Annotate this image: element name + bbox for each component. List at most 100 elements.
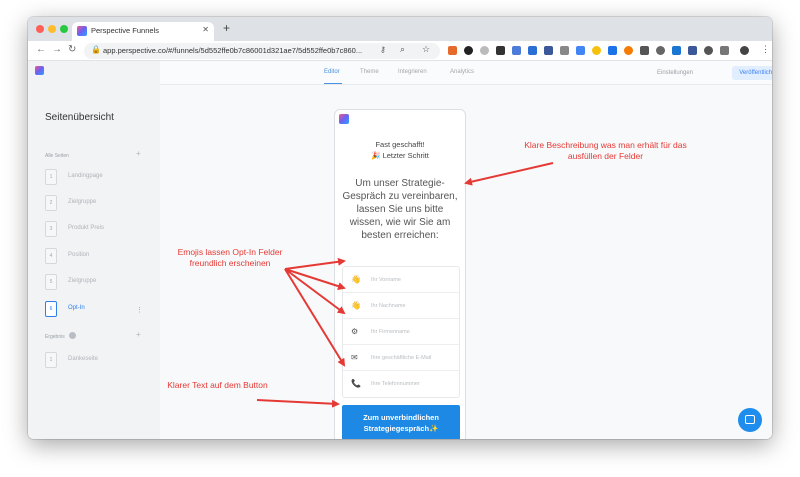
page-number: 1 xyxy=(45,352,57,368)
email-field[interactable]: ✉ Ihre geschäftliche E-Mail xyxy=(343,345,459,371)
extension-icon[interactable] xyxy=(560,46,569,55)
field-placeholder: Ihre Telefonnummer xyxy=(371,381,420,387)
subtitle-last-step: 🎉 Letzter Schritt xyxy=(371,151,429,160)
settings-button[interactable]: Einstellungen xyxy=(638,66,712,80)
app-area: Seitenübersicht Alle Seiten + 1 Landingp… xyxy=(28,61,772,439)
sidebar-item-page-1[interactable]: 1 Landingpage xyxy=(45,169,145,185)
tab-editor[interactable]: Editor xyxy=(324,69,340,75)
tab-title: Perspective Funnels xyxy=(91,26,159,35)
results-label: Ergebnis xyxy=(45,334,65,340)
sidebar-heading: Seitenübersicht xyxy=(45,112,114,123)
publish-button[interactable]: Veröffentlichen xyxy=(732,66,772,80)
submit-button-line2: Strategiegespräch✨ xyxy=(363,424,439,433)
page-label: Zielgruppe xyxy=(68,199,97,205)
chat-widget-button[interactable] xyxy=(738,408,762,432)
close-tab-icon[interactable]: ✕ xyxy=(202,25,209,34)
info-icon[interactable] xyxy=(69,332,76,339)
tab-theme[interactable]: Theme xyxy=(360,69,379,75)
key-icon[interactable]: ⚷ xyxy=(380,45,386,54)
minimize-window-button[interactable] xyxy=(48,25,56,33)
extension-icon[interactable] xyxy=(640,46,649,55)
sidebar-item-result-1[interactable]: 1 Dankeseite xyxy=(45,352,145,368)
tab-analytics[interactable]: Analytics xyxy=(450,69,474,75)
page-label: Landingpage xyxy=(68,173,103,179)
browser-tab[interactable]: Perspective Funnels ✕ xyxy=(72,22,214,41)
extension-icon[interactable] xyxy=(656,46,665,55)
perspective-logo-icon xyxy=(339,114,349,124)
annotation-button: Klarer Text auf dem Button xyxy=(167,380,268,390)
field-placeholder: Ihr Vorname xyxy=(371,277,401,283)
page-number: 4 xyxy=(45,248,57,264)
perspective-logo-icon[interactable] xyxy=(35,66,44,75)
extension-icon[interactable] xyxy=(464,46,473,55)
submit-button[interactable]: Zum unverbindlichen Strategiegespräch✨ xyxy=(342,405,460,439)
page-headline: Um unser Strategie-Gespräch zu vereinbar… xyxy=(342,178,458,241)
reload-button[interactable]: ↻ xyxy=(68,44,76,55)
add-result-icon[interactable]: + xyxy=(136,330,141,339)
browser-window: Perspective Funnels ✕ + ← → ↻ 🔒 app.pers… xyxy=(28,17,772,439)
envelope-icon: ✉ xyxy=(351,353,358,362)
forward-button[interactable]: → xyxy=(52,44,62,55)
top-navigation: Editor Theme Integrieren Analytics Einst… xyxy=(160,61,772,85)
page-number: 5 xyxy=(45,274,57,290)
active-tab-indicator xyxy=(324,83,342,84)
extension-icon[interactable] xyxy=(608,46,617,55)
extension-icon[interactable] xyxy=(480,46,489,55)
add-page-icon[interactable]: + xyxy=(136,149,141,158)
perspective-favicon-icon xyxy=(77,26,87,36)
extension-icon[interactable] xyxy=(704,46,713,55)
page-label: Opt-In xyxy=(68,305,85,311)
extension-icon[interactable] xyxy=(576,46,585,55)
back-button[interactable]: ← xyxy=(36,44,46,55)
page-options-icon[interactable]: ⋮ xyxy=(136,306,143,314)
annotation-emojis: Emojis lassen Opt-In Felder freundlich e… xyxy=(177,247,283,268)
extension-icon[interactable] xyxy=(688,46,697,55)
extension-icon[interactable] xyxy=(544,46,553,55)
extension-icon[interactable] xyxy=(512,46,521,55)
sidebar-item-page-4[interactable]: 4 Position xyxy=(45,248,145,264)
tab-integrieren[interactable]: Integrieren xyxy=(398,69,427,75)
first-name-field[interactable]: 👋 Ihr Vorname xyxy=(343,267,459,293)
extension-icon[interactable] xyxy=(528,46,537,55)
all-pages-label: Alle Seiten xyxy=(45,153,69,159)
last-name-field[interactable]: 👋 Ihr Nachname xyxy=(343,293,459,319)
page-number: 3 xyxy=(45,221,57,237)
extension-icon[interactable] xyxy=(624,46,633,55)
extension-icon[interactable] xyxy=(720,46,729,55)
profile-avatar-icon[interactable] xyxy=(740,46,749,55)
phone-field[interactable]: 📞 Ihre Telefonnummer xyxy=(343,371,459,397)
extension-icon[interactable] xyxy=(496,46,505,55)
annotation-description: Klare Beschreibung was man erhält für da… xyxy=(524,140,687,161)
waving-hand-icon: 👋 xyxy=(351,275,361,284)
sidebar: Seitenübersicht Alle Seiten + 1 Landingp… xyxy=(28,61,160,439)
page-label: Position xyxy=(68,252,90,258)
company-name-field[interactable]: ⚙ Ihr Firmenname xyxy=(343,319,459,345)
sidebar-item-page-6[interactable]: 6 Opt-In xyxy=(45,301,145,317)
page-label: Dankeseite xyxy=(68,356,99,362)
extension-icon[interactable] xyxy=(592,46,601,55)
opt-in-form: 👋 Ihr Vorname 👋 Ihr Nachname ⚙ Ihr Firme… xyxy=(342,266,460,398)
sidebar-item-page-2[interactable]: 2 Zielgruppe xyxy=(45,195,145,211)
submit-button-line1: Zum unverbindlichen xyxy=(363,413,439,422)
extension-icon[interactable] xyxy=(672,46,681,55)
browser-menu-icon[interactable]: ⋮ xyxy=(761,44,770,55)
sidebar-item-page-3[interactable]: 3 Produkt Preis xyxy=(45,221,145,237)
url-text: app.perspective.co/#/funnels/5d552ffe0b7… xyxy=(103,46,363,55)
field-placeholder: Ihre geschäftliche E-Mail xyxy=(371,355,432,361)
lock-icon: 🔒 xyxy=(91,45,101,54)
address-bar[interactable]: 🔒 app.perspective.co/#/funnels/5d552ffe0… xyxy=(84,43,440,59)
page-label: Produkt Preis xyxy=(68,225,105,231)
page-number: 1 xyxy=(45,169,57,185)
tab-bar: Perspective Funnels ✕ + xyxy=(28,17,772,41)
telephone-icon: 📞 xyxy=(351,379,361,388)
close-window-button[interactable] xyxy=(36,25,44,33)
search-icon[interactable]: ⌕ xyxy=(400,44,405,55)
new-tab-button[interactable]: + xyxy=(223,21,230,35)
extension-icon[interactable] xyxy=(448,46,457,55)
bookmark-star-icon[interactable]: ☆ xyxy=(422,44,430,55)
sidebar-item-page-5[interactable]: 5 Zielgruppe xyxy=(45,274,145,290)
page-preview: Fast geschafft! 🎉 Letzter Schritt Um uns… xyxy=(334,109,466,439)
subtitle-almost-done: Fast geschafft! xyxy=(375,140,425,149)
maximize-window-button[interactable] xyxy=(60,25,68,33)
page-number: 6 xyxy=(45,301,57,317)
